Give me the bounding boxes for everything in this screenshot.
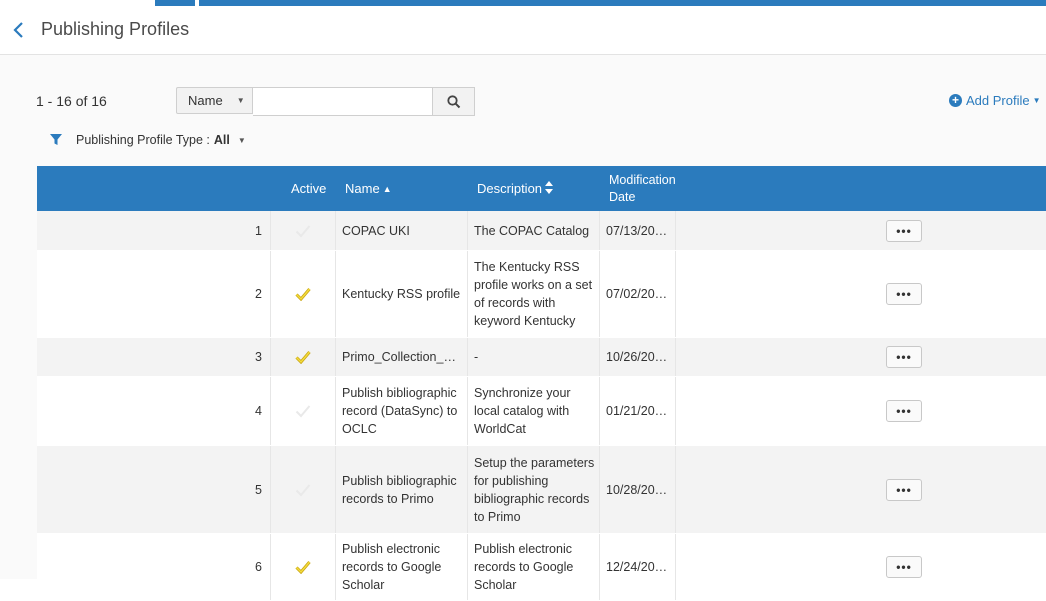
column-modification-date[interactable]: Modification Date xyxy=(609,166,681,211)
profile-name[interactable]: Kentucky RSS profile xyxy=(335,251,467,337)
search-bar: Name ▼ xyxy=(176,87,475,116)
table-row[interactable]: 1 COPAC UKI The COPAC Catalog 07/13/20… ••• xyxy=(37,211,1046,251)
active-check-icon xyxy=(270,534,335,600)
filter-label: Publishing Profile Type : xyxy=(76,133,210,147)
profile-name[interactable]: Publish bibliographic record (DataSync) … xyxy=(335,377,467,445)
profile-name-text: Kentucky RSS profile xyxy=(342,287,461,301)
profile-name-text: Primo_Collection_D… xyxy=(342,350,462,364)
profiles-table: Active Name ▲ Description Modification D… xyxy=(37,166,1046,601)
row-number: 1 xyxy=(255,223,262,238)
active-check-icon xyxy=(270,211,335,250)
profile-name-text: Publish bibliographic record (DataSync) … xyxy=(342,386,458,436)
profile-description: Publish electronic records to Google Sch… xyxy=(467,534,599,600)
row-actions-button[interactable]: ••• xyxy=(886,283,922,305)
profile-description-text: Setup the parameters for publishing bibl… xyxy=(474,455,595,524)
row-actions-button[interactable]: ••• xyxy=(886,556,922,578)
profile-description: Synchronize your local catalog with Worl… xyxy=(467,377,599,445)
profile-description: The Kentucky RSS profile works on a set … xyxy=(467,251,599,337)
row-actions-button[interactable]: ••• xyxy=(886,219,922,242)
profile-name-text: Publish bibliographic records to Primo xyxy=(342,473,457,506)
chevron-down-icon: ▼ xyxy=(236,96,245,105)
search-type-dropdown[interactable]: Name ▼ xyxy=(176,87,253,114)
column-active[interactable]: Active xyxy=(291,166,326,211)
profile-name[interactable]: Publish electronic records to Google Sch… xyxy=(335,534,467,600)
profile-name-text: COPAC UKI xyxy=(342,223,410,238)
active-check-icon xyxy=(270,377,335,445)
profile-description: - xyxy=(467,338,599,376)
row-number: 5 xyxy=(255,482,262,497)
active-check-icon xyxy=(270,446,335,533)
row-actions-button[interactable]: ••• xyxy=(886,478,922,501)
result-count: 1 - 16 of 16 xyxy=(36,93,107,109)
row-actions: ••• xyxy=(886,251,922,337)
modification-date: 10/26/20… xyxy=(599,338,676,376)
profile-description-text: Publish electronic records to Google Sch… xyxy=(474,542,574,592)
modification-date: 12/24/20… xyxy=(599,534,676,600)
active-check-icon xyxy=(270,338,335,376)
modification-date: 07/02/20… xyxy=(599,251,676,337)
row-actions: ••• xyxy=(886,338,922,376)
row-number: 3 xyxy=(255,350,262,364)
row-number: 6 xyxy=(255,560,262,574)
add-profile-button[interactable]: + Add Profile ▼ xyxy=(949,93,1041,108)
profile-name[interactable]: COPAC UKI xyxy=(335,211,467,250)
chevron-down-icon[interactable]: ▼ xyxy=(238,136,246,145)
modification-date: 10/28/20… xyxy=(599,446,676,533)
search-icon xyxy=(446,94,460,108)
table-header: Active Name ▲ Description Modification D… xyxy=(37,166,1046,211)
column-name-label: Name xyxy=(345,181,380,196)
table-row[interactable]: 6 Publish electronic records to Google Sc… xyxy=(37,534,1046,601)
profile-description: Setup the parameters for publishing bibl… xyxy=(467,446,599,533)
row-actions-button[interactable]: ••• xyxy=(886,346,922,368)
filter-value[interactable]: All xyxy=(214,133,230,147)
profile-name[interactable]: Primo_Collection_D… xyxy=(335,338,467,376)
row-number: 2 xyxy=(255,287,262,301)
table-row[interactable]: 4 Publish bibliographic record (DataSync)… xyxy=(37,377,1046,446)
table-body: 1 COPAC UKI The COPAC Catalog 07/13/20… ••• 2… xyxy=(37,211,1046,601)
profile-name-text: Publish electronic records to Google Sch… xyxy=(342,542,442,592)
row-actions: ••• xyxy=(886,446,922,533)
search-type-label: Name xyxy=(188,93,223,108)
modification-date: 01/21/20… xyxy=(599,377,676,445)
profile-description: The COPAC Catalog xyxy=(467,211,599,250)
row-actions: ••• xyxy=(886,211,922,250)
profile-description-text: The COPAC Catalog xyxy=(474,223,590,238)
search-button[interactable] xyxy=(433,87,475,116)
chevron-down-icon: ▼ xyxy=(1032,96,1041,105)
row-number: 4 xyxy=(255,404,262,418)
column-description[interactable]: Description xyxy=(477,166,554,211)
row-actions-button[interactable]: ••• xyxy=(886,400,922,422)
sort-ascending-icon: ▲ xyxy=(382,183,392,194)
row-actions: ••• xyxy=(886,377,922,445)
active-check-icon xyxy=(270,251,335,337)
profile-description-text: - xyxy=(474,350,479,364)
column-name[interactable]: Name ▲ xyxy=(345,166,392,211)
search-input[interactable] xyxy=(253,87,433,116)
column-description-label: Description xyxy=(477,181,543,196)
filter-bar: Publishing Profile Type : All ▼ xyxy=(37,122,1046,158)
plus-circle-icon: + xyxy=(949,94,962,107)
modification-date: 07/13/20… xyxy=(599,211,676,250)
profile-description-text: The Kentucky RSS profile works on a set … xyxy=(474,260,593,328)
table-row[interactable]: 2 Kentucky RSS profile The Kentucky RSS pr… xyxy=(37,251,1046,338)
back-chevron-icon[interactable] xyxy=(12,20,30,40)
profile-description-text: Synchronize your local catalog with Worl… xyxy=(474,386,571,436)
row-actions: ••• xyxy=(886,534,922,600)
table-row[interactable]: 3 Primo_Collection_D… - 10/26/20… ••• xyxy=(37,338,1046,377)
table-row[interactable]: 5 Publish bibliographic records to Primo S… xyxy=(37,446,1046,534)
sort-both-icon xyxy=(545,181,554,196)
page-title: Publishing Profiles xyxy=(41,19,190,39)
profile-name[interactable]: Publish bibliographic records to Primo xyxy=(335,446,467,533)
add-profile-label: Add Profile xyxy=(966,93,1030,108)
page-header: Publishing Profiles xyxy=(0,6,1046,55)
filter-icon xyxy=(50,134,62,145)
